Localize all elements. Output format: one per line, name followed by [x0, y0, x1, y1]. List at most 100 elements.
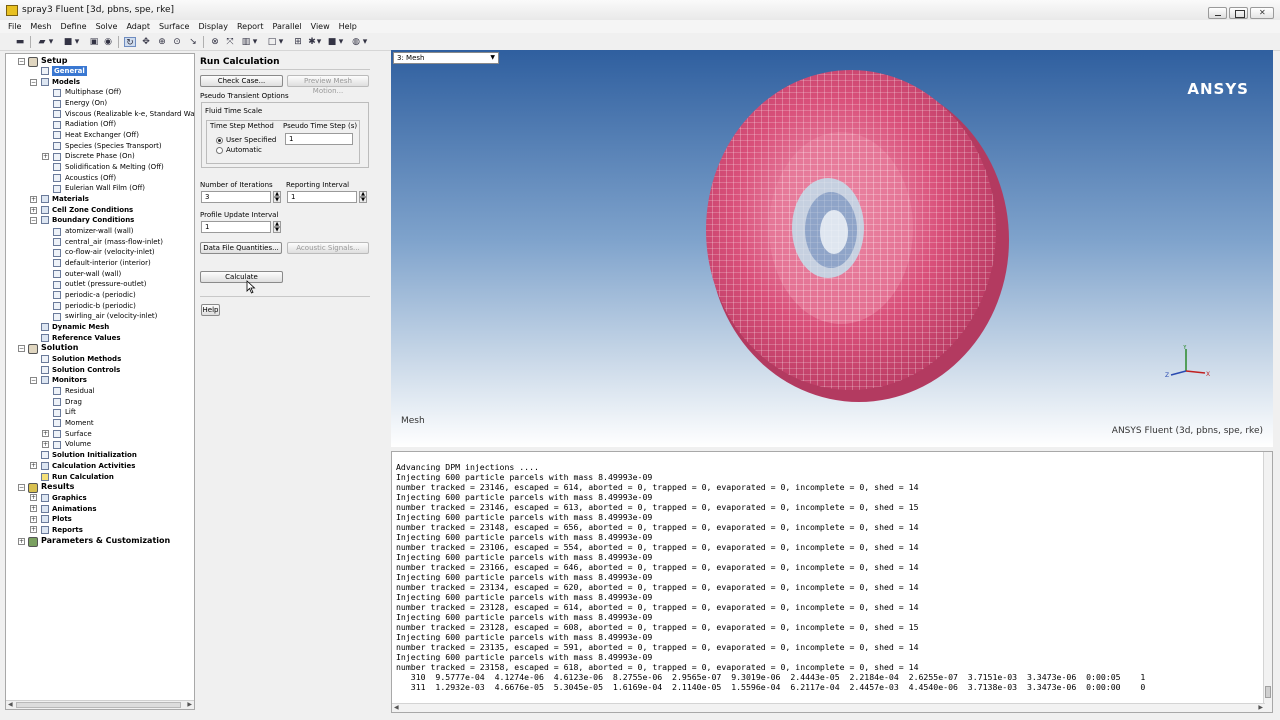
preview-mesh-motion-button[interactable]: Preview Mesh Motion... — [287, 75, 369, 95]
menu-report[interactable]: Report — [237, 22, 264, 31]
tree-run-calculation[interactable]: Run Calculation — [52, 472, 114, 482]
profile-update-interval-input[interactable]: 1 — [201, 221, 271, 233]
tree-bc-item[interactable]: outer-wall (wall) — [65, 269, 121, 279]
views-dropdown-icon[interactable]: ▾ — [252, 37, 258, 47]
tree-setup[interactable]: Setup — [41, 56, 67, 66]
scroll-right-icon[interactable]: ▶ — [1258, 704, 1263, 711]
tree-model-wall-film[interactable]: Eulerian Wall Film (Off) — [65, 183, 145, 193]
scroll-left-icon[interactable]: ◀ — [394, 704, 399, 711]
tree-solution-methods[interactable]: Solution Methods — [52, 354, 121, 364]
maximize-button[interactable] — [1229, 7, 1248, 19]
tree-monitor-residual[interactable]: Residual — [65, 386, 95, 396]
menu-adapt[interactable]: Adapt — [126, 22, 150, 31]
calculate-button[interactable]: Calculate — [200, 271, 283, 283]
color-dropdown-icon[interactable]: ▾ — [338, 37, 344, 47]
menu-view[interactable]: View — [311, 22, 330, 31]
expand-icon[interactable]: + — [18, 538, 25, 545]
render-dropdown-icon[interactable]: ▾ — [362, 37, 368, 47]
expand-icon[interactable]: + — [30, 516, 37, 523]
screenshot-icon[interactable]: ▣ — [88, 37, 100, 47]
open-dropdown-icon[interactable]: ▾ — [48, 37, 54, 47]
expand-icon[interactable]: + — [30, 505, 37, 512]
save-dropdown-icon[interactable]: ▾ — [74, 37, 80, 47]
pan-icon[interactable]: ✥ — [140, 37, 152, 47]
expand-icon[interactable]: + — [30, 207, 37, 214]
tree-model-radiation[interactable]: Radiation (Off) — [65, 119, 116, 129]
menu-help[interactable]: Help — [339, 22, 357, 31]
view-axes-icon[interactable]: ⤧ — [224, 37, 236, 47]
help-button[interactable]: Help — [201, 304, 220, 316]
tree-bc-item[interactable]: central_air (mass-flow-inlet) — [65, 237, 163, 247]
tree-bc-item[interactable]: default-interior (interior) — [65, 258, 151, 268]
tree-bc-item[interactable]: periodic-b (periodic) — [65, 301, 136, 311]
tree-calculation-activities[interactable]: Calculation Activities — [52, 461, 135, 471]
tree-model-multiphase[interactable]: Multiphase (Off) — [65, 87, 121, 97]
expand-icon[interactable]: + — [30, 494, 37, 501]
scroll-thumb[interactable] — [1265, 686, 1271, 698]
save-icon[interactable]: ■ — [62, 37, 74, 47]
automatic-radio[interactable] — [216, 147, 223, 154]
tree-bc-item[interactable]: outlet (pressure-outlet) — [65, 279, 147, 289]
help-icon[interactable]: ◉ — [102, 37, 114, 47]
collapse-icon[interactable]: − — [18, 345, 25, 352]
reporting-interval-input[interactable]: 1 — [287, 191, 357, 203]
data-file-quantities-button[interactable]: Data File Quantities... — [200, 242, 282, 254]
expand-icon[interactable]: + — [30, 196, 37, 203]
tree-monitor-drag[interactable]: Drag — [65, 397, 82, 407]
tree-horizontal-scrollbar[interactable]: ◀ ▶ — [6, 700, 194, 709]
expand-icon[interactable]: + — [42, 153, 49, 160]
menu-display[interactable]: Display — [198, 22, 228, 31]
scroll-left-icon[interactable]: ◀ — [8, 701, 13, 708]
expand-icon[interactable]: + — [30, 462, 37, 469]
tree-model-energy[interactable]: Energy (On) — [65, 98, 107, 108]
tree-monitor-volume[interactable]: Volume — [65, 439, 91, 449]
menu-file[interactable]: File — [8, 22, 21, 31]
tree-bc-item[interactable]: periodic-a (periodic) — [65, 290, 136, 300]
tree-solution[interactable]: Solution — [41, 343, 78, 353]
tree-monitor-moment[interactable]: Moment — [65, 418, 94, 428]
pseudo-time-step-input[interactable]: 1 — [285, 133, 353, 145]
tree-reports[interactable]: Reports — [52, 525, 83, 535]
console-vertical-scrollbar[interactable] — [1263, 452, 1272, 712]
tree-monitor-surface[interactable]: Surface — [65, 429, 92, 439]
tree-materials[interactable]: Materials — [52, 194, 89, 204]
mesh-display-icon[interactable]: ⊞ — [292, 37, 304, 47]
collapse-icon[interactable]: − — [18, 58, 25, 65]
tree-solution-controls[interactable]: Solution Controls — [52, 365, 120, 375]
collapse-icon[interactable]: − — [30, 377, 37, 384]
views-icon[interactable]: ▥ — [240, 37, 252, 47]
layout-icon[interactable]: □ — [266, 37, 278, 47]
tree-cell-zone-conditions[interactable]: Cell Zone Conditions — [52, 205, 133, 215]
user-specified-radio[interactable] — [216, 137, 223, 144]
zoom-area-icon[interactable]: ⊙ — [171, 37, 183, 47]
fit-zoom-icon[interactable]: ⊗ — [209, 37, 221, 47]
tree-parameters-customization[interactable]: Parameters & Customization — [41, 536, 170, 546]
tree-boundary-conditions[interactable]: Boundary Conditions — [52, 215, 134, 225]
scroll-thumb[interactable] — [16, 702, 181, 708]
expand-icon[interactable]: + — [30, 526, 37, 533]
probe-icon[interactable]: ↘ — [187, 37, 199, 47]
scroll-right-icon[interactable]: ▶ — [187, 701, 192, 708]
tree-results[interactable]: Results — [41, 482, 74, 492]
menu-define[interactable]: Define — [60, 22, 86, 31]
tree-reference-values[interactable]: Reference Values — [52, 333, 121, 343]
layout-dropdown-icon[interactable]: ▾ — [278, 37, 284, 47]
rotate-icon[interactable]: ↻ — [124, 37, 136, 48]
tree-general[interactable]: General — [52, 66, 87, 76]
tree-animations[interactable]: Animations — [52, 504, 97, 514]
acoustic-signals-button[interactable]: Acoustic Signals... — [287, 242, 369, 254]
menu-surface[interactable]: Surface — [159, 22, 189, 31]
console-horizontal-scrollbar[interactable]: ◀ ▶ — [392, 703, 1265, 712]
tree-model-heat-exchanger[interactable]: Heat Exchanger (Off) — [65, 130, 139, 140]
collapse-icon[interactable]: − — [30, 79, 37, 86]
graphics-window-selector[interactable]: 3: Mesh ▼ — [393, 52, 499, 64]
collapse-icon[interactable]: − — [30, 217, 37, 224]
console-output[interactable]: Advancing DPM injections .... Injecting 6… — [391, 451, 1273, 713]
profile-update-stepper[interactable]: ▲ ▼ — [273, 221, 281, 233]
tree-bc-item[interactable]: swirling_air (velocity-inlet) — [65, 311, 157, 321]
tree-monitor-lift[interactable]: Lift — [65, 407, 76, 417]
tree-bc-item[interactable]: co-flow-air (velocity-inlet) — [65, 247, 155, 257]
expand-icon[interactable]: + — [42, 441, 49, 448]
reporting-interval-stepper[interactable]: ▲ ▼ — [359, 191, 367, 203]
tree-solution-initialization[interactable]: Solution Initialization — [52, 450, 137, 460]
